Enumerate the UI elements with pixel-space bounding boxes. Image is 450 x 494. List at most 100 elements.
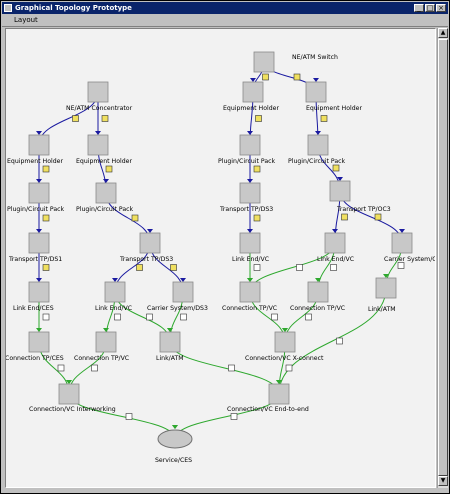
node-box[interactable] (28, 134, 50, 156)
topology-node[interactable]: Connection/VC Interworking (29, 383, 116, 413)
connection-edge-badge-icon[interactable] (180, 313, 187, 321)
scroll-thumb[interactable] (438, 39, 448, 476)
containment-edge-badge-icon[interactable] (320, 115, 328, 122)
vertical-scrollbar[interactable]: ▲ ▼ (437, 28, 448, 488)
topology-node[interactable]: Transport TP/DS1 (8, 232, 62, 263)
topology-node[interactable]: Equipment Holder (223, 81, 279, 112)
node-box[interactable] (95, 331, 117, 353)
title-bar[interactable]: Graphical Topology Prototype _ □ × (2, 2, 448, 14)
containment-edge-badge-icon[interactable] (253, 214, 261, 222)
node-box[interactable] (95, 182, 117, 204)
node-box[interactable] (139, 232, 161, 254)
connection-edge-badge-icon[interactable] (146, 313, 153, 321)
topology-node[interactable]: Equipment Holder (7, 134, 63, 165)
containment-edge-badge-icon[interactable] (262, 73, 269, 81)
connection-edge-badge-icon[interactable] (271, 313, 278, 321)
topology-node[interactable]: Plugin/Circuit Pack (288, 134, 346, 165)
topology-node[interactable]: Transport TP/DS3 (219, 182, 273, 213)
close-icon[interactable]: × (436, 4, 446, 12)
node-box[interactable] (253, 51, 275, 73)
topology-node[interactable]: Link/ATM (156, 331, 184, 362)
topology-node[interactable]: Transport TP/DS3 (119, 232, 173, 263)
topology-node[interactable]: Connection TP/VC (74, 331, 129, 362)
connection-edge-badge-icon[interactable] (91, 364, 98, 372)
node-box[interactable] (104, 281, 126, 303)
node-box[interactable] (172, 281, 194, 303)
node-box[interactable] (329, 180, 351, 202)
topology-node[interactable]: Link/ATM (368, 277, 397, 313)
node-box[interactable] (268, 383, 290, 405)
containment-edge-badge-icon[interactable] (42, 165, 50, 173)
topology-node[interactable]: Service/CES (155, 429, 193, 464)
maximize-icon[interactable]: □ (425, 4, 435, 12)
containment-edge-badge-icon[interactable] (42, 264, 50, 271)
topology-node[interactable]: Connection TP/VC (222, 281, 277, 312)
topology-node[interactable]: NE/ATM Concentrator (66, 81, 133, 112)
topology-node[interactable]: Connection/VC X-connect (245, 331, 324, 362)
containment-edge-badge-icon[interactable] (293, 73, 301, 81)
topology-graph[interactable]: NE/ATM Switch NE/ATM Concentrator Equipmen… (5, 29, 445, 487)
topology-node[interactable]: Plugin/Circuit Pack (7, 182, 65, 213)
topology-node[interactable]: NE/ATM Switch (253, 51, 338, 73)
topology-node[interactable]: Connection/VC End-to-end (227, 383, 309, 413)
connection-edge-badge-icon[interactable] (57, 364, 65, 372)
node-box[interactable] (239, 182, 261, 204)
node-box[interactable] (324, 232, 346, 254)
node-box[interactable] (274, 331, 296, 353)
containment-edge-badge-icon[interactable] (332, 164, 340, 172)
connection-edge-badge-icon[interactable] (397, 262, 405, 269)
topology-node[interactable]: Plugin/Circuit Pack (76, 182, 134, 213)
connection-edge-badge-icon[interactable] (285, 364, 293, 372)
topology-node[interactable]: Transport TP/OC3 (329, 180, 391, 213)
scroll-up-icon[interactable]: ▲ (438, 28, 448, 38)
node-box[interactable] (375, 277, 397, 299)
topology-node[interactable]: Equipment Holder (76, 134, 132, 165)
containment-edge-badge-icon[interactable] (255, 115, 262, 122)
containment-edge-badge-icon[interactable] (72, 115, 79, 122)
scroll-down-icon[interactable]: ▼ (438, 476, 448, 486)
node-box[interactable] (391, 232, 413, 254)
containment-edge-badge-icon[interactable] (42, 214, 50, 222)
connection-edge-badge-icon[interactable] (336, 337, 343, 345)
node-box[interactable] (239, 281, 261, 303)
topology-node[interactable]: Link End/VC (317, 232, 354, 263)
connection-edge-badge-icon[interactable] (296, 264, 303, 271)
node-box[interactable] (239, 232, 261, 254)
containment-edge-badge-icon[interactable] (105, 165, 113, 173)
node-box[interactable] (28, 331, 50, 353)
connection-edge-badge-icon[interactable] (330, 264, 337, 271)
topology-node[interactable]: Plugin/Circuit Pack (218, 134, 276, 165)
containment-edge-badge-icon[interactable] (101, 115, 109, 122)
topology-node[interactable]: Link End/VC (232, 232, 269, 263)
topology-node[interactable]: Carrier System/OC3 (384, 232, 445, 263)
connection-edge-badge-icon[interactable] (42, 313, 50, 321)
connection-edge-badge-icon[interactable] (114, 313, 121, 321)
containment-edge-badge-icon[interactable] (131, 214, 139, 222)
node-box[interactable] (28, 182, 50, 204)
topology-canvas[interactable]: NE/ATM Switch NE/ATM Concentrator Equipmen… (5, 28, 445, 488)
connection-edge-badge-icon[interactable] (305, 313, 312, 321)
containment-edge-badge-icon[interactable] (341, 213, 348, 221)
node-box[interactable] (307, 134, 329, 156)
connection-edge-badge-icon[interactable] (253, 264, 261, 271)
topology-node[interactable]: Connection TP/VC (290, 281, 345, 312)
node-box[interactable] (87, 81, 109, 103)
topology-node[interactable]: Connection TP/CES (5, 331, 64, 362)
containment-edge-badge-icon[interactable] (136, 264, 143, 271)
menu-layout[interactable]: Layout (14, 15, 38, 25)
connection-edge-badge-icon[interactable] (125, 413, 133, 420)
node-box[interactable] (87, 134, 109, 156)
topology-node[interactable]: Link End/CES (13, 281, 54, 312)
containment-edge-badge-icon[interactable] (253, 165, 261, 173)
node-box[interactable] (28, 232, 50, 254)
containment-edge-badge-icon[interactable] (170, 264, 177, 271)
node-box[interactable] (305, 81, 327, 103)
minimize-icon[interactable]: _ (414, 4, 424, 12)
node-box[interactable] (239, 134, 261, 156)
node-box[interactable] (58, 383, 80, 405)
node-box[interactable] (242, 81, 264, 103)
topology-node[interactable]: Link End/VC (95, 281, 132, 312)
node-box[interactable] (307, 281, 329, 303)
node-box[interactable] (159, 331, 181, 353)
topology-node[interactable]: Carrier System/DS3 (147, 281, 208, 312)
